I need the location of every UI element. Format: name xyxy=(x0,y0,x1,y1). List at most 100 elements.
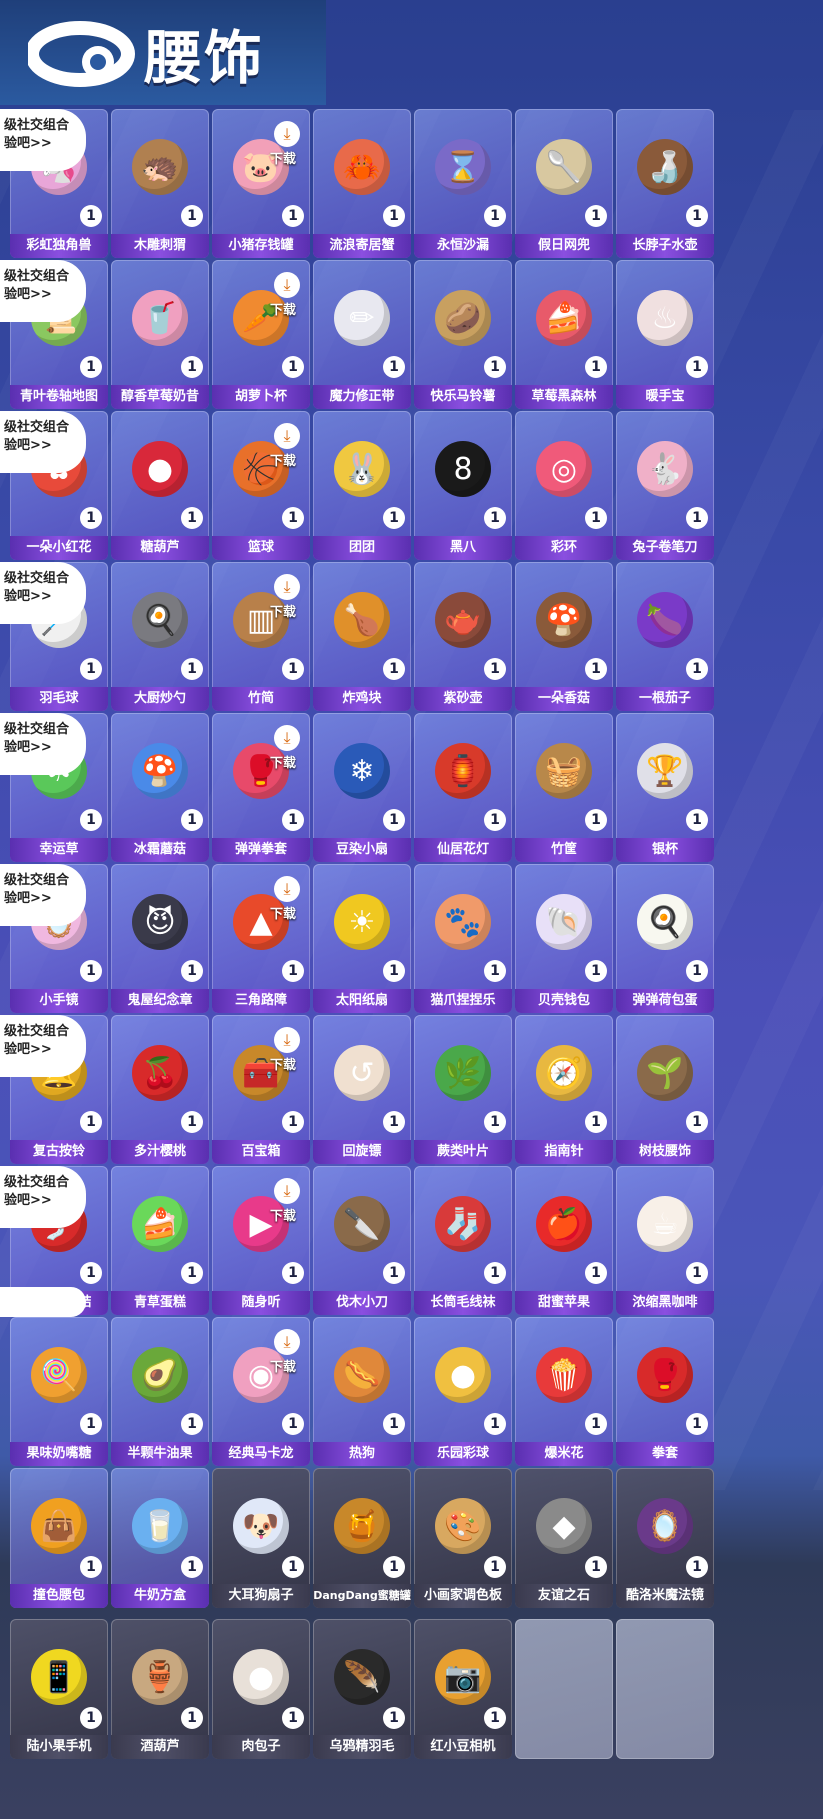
social-combo-tag[interactable]: 级社交组合 验吧>> xyxy=(0,1015,86,1077)
item-card[interactable]: 🍎 1 甜蜜苹果 xyxy=(515,1166,613,1315)
download-button[interactable]: ⤓ 下载 xyxy=(270,876,306,922)
item-card[interactable]: 🧭 1 指南针 xyxy=(515,1015,613,1164)
item-count-badge: 1 xyxy=(181,1111,203,1133)
item-card[interactable]: 🥊 1 拳套 xyxy=(616,1317,714,1466)
item-card[interactable]: ● 1 乐园彩球 xyxy=(414,1317,512,1466)
item-count-badge: 1 xyxy=(383,658,405,680)
item-card[interactable]: ◎ 1 彩环 xyxy=(515,411,613,560)
item-card[interactable]: ◆ 1 友谊之石 xyxy=(515,1468,613,1608)
item-card[interactable]: 🍳 1 大厨炒勺 xyxy=(111,562,209,711)
social-combo-tag[interactable]: 级社交组合 验吧>> xyxy=(0,109,86,171)
item-card[interactable]: 🥔 1 快乐马铃薯 xyxy=(414,260,512,409)
item-card[interactable]: ☕ 1 浓缩黑咖啡 xyxy=(616,1166,714,1315)
item-name: 假日网兜 xyxy=(515,234,613,258)
social-combo-tag[interactable]: 级社交组合 验吧>> xyxy=(0,411,86,473)
social-combo-tag[interactable] xyxy=(0,1287,86,1317)
item-card[interactable]: ☀ 1 太阳纸扇 xyxy=(313,864,411,1013)
item-card[interactable]: 🍄 1 一朵香菇 xyxy=(515,562,613,711)
item-card[interactable]: 🏆 1 银杯 xyxy=(616,713,714,862)
item-card[interactable]: 🪶 1 乌鸦精羽毛 xyxy=(313,1619,411,1759)
item-card[interactable]: 🏀 1 篮球 ⤓ 下载 xyxy=(212,411,310,560)
item-card[interactable]: 🍳 1 弹弹荷包蛋 xyxy=(616,864,714,1013)
download-button[interactable]: ⤓ 下载 xyxy=(270,1178,306,1224)
item-card[interactable]: 🏮 1 仙居花灯 xyxy=(414,713,512,862)
item-card[interactable]: 🐷 1 小猪存钱罐 ⤓ 下载 xyxy=(212,109,310,258)
item-card[interactable]: ▲ 1 三角路障 ⤓ 下载 xyxy=(212,864,310,1013)
social-combo-tag[interactable]: 级社交组合 验吧>> xyxy=(0,713,86,775)
item-card[interactable]: 🍰 1 草莓黑森林 xyxy=(515,260,613,409)
item-card[interactable]: 😈 1 鬼屋纪念章 xyxy=(111,864,209,1013)
item-card[interactable]: ▶ 1 随身听 ⤓ 下载 xyxy=(212,1166,310,1315)
item-name: 随身听 xyxy=(212,1291,310,1315)
item-card[interactable]: 🍭 1 果味奶嘴糖 xyxy=(10,1317,108,1466)
item-card[interactable]: 🥤 1 醇香草莓奶昔 xyxy=(111,260,209,409)
item-card[interactable]: 🍶 1 长脖子水壶 xyxy=(616,109,714,258)
item-card[interactable]: 🐾 1 猫爪捏捏乐 xyxy=(414,864,512,1013)
social-combo-line2: 验吧>> xyxy=(4,287,52,302)
item-icon: ● xyxy=(132,441,188,497)
download-button[interactable]: ⤓ 下载 xyxy=(270,272,306,318)
item-card[interactable]: 🐇 1 兔子卷笔刀 xyxy=(616,411,714,560)
item-card[interactable]: 🥛 1 牛奶方盒 xyxy=(111,1468,209,1608)
item-card[interactable]: 🍿 1 爆米花 xyxy=(515,1317,613,1466)
item-count-badge: 1 xyxy=(686,960,708,982)
item-card[interactable]: 👜 1 撞色腰包 xyxy=(10,1468,108,1608)
item-card[interactable]: ● 1 肉包子 xyxy=(212,1619,310,1759)
download-button[interactable]: ⤓ 下载 xyxy=(270,725,306,771)
item-card[interactable]: ❄ 1 豆染小扇 xyxy=(313,713,411,862)
item-card[interactable]: 🥄 1 假日网兜 xyxy=(515,109,613,258)
download-button[interactable]: ⤓ 下载 xyxy=(270,574,306,620)
download-button[interactable]: ⤓ 下载 xyxy=(270,121,306,167)
item-card[interactable]: ◉ 1 经典马卡龙 ⤓ 下载 xyxy=(212,1317,310,1466)
item-card[interactable]: ⌛ 1 永恒沙漏 xyxy=(414,109,512,258)
item-card[interactable]: 🍰 1 青草蛋糕 xyxy=(111,1166,209,1315)
item-card[interactable]: 🥑 1 半颗牛油果 xyxy=(111,1317,209,1466)
item-card[interactable]: 🎨 1 小画家调色板 xyxy=(414,1468,512,1608)
download-icon: ⤓ xyxy=(274,876,300,902)
item-card[interactable]: 🐚 1 贝壳钱包 xyxy=(515,864,613,1013)
item-card[interactable]: 🏺 1 酒葫芦 xyxy=(111,1619,209,1759)
item-count-badge: 1 xyxy=(484,1556,506,1578)
item-card[interactable]: 🥊 1 弹弹拳套 ⤓ 下载 xyxy=(212,713,310,862)
item-card[interactable]: 📷 1 红小豆相机 xyxy=(414,1619,512,1759)
item-card[interactable]: 🧺 1 竹筐 xyxy=(515,713,613,862)
social-combo-tag[interactable]: 级社交组合 验吧>> xyxy=(0,562,86,624)
item-card[interactable]: 🥕 1 胡萝卜杯 ⤓ 下载 xyxy=(212,260,310,409)
item-card[interactable]: 8 1 黑八 xyxy=(414,411,512,560)
item-card[interactable]: 🌱 1 树枝腰饰 xyxy=(616,1015,714,1164)
item-icon: 🐇 xyxy=(637,441,693,497)
item-count-badge: 1 xyxy=(181,658,203,680)
item-card[interactable]: ♨ 1 暖手宝 xyxy=(616,260,714,409)
item-card[interactable]: 🪞 1 酷洛米魔法镜 xyxy=(616,1468,714,1608)
item-name: 酷洛米魔法镜 xyxy=(616,1584,714,1608)
item-card[interactable]: 🔪 1 伐木小刀 xyxy=(313,1166,411,1315)
item-count-badge: 1 xyxy=(282,1413,304,1435)
download-button[interactable]: ⤓ 下载 xyxy=(270,1329,306,1375)
item-card[interactable]: 🍄 1 冰霜蘑菇 xyxy=(111,713,209,862)
social-combo-tag[interactable]: 级社交组合 验吧>> xyxy=(0,864,86,926)
item-card[interactable]: 🍯 1 DangDang蜜糖罐 xyxy=(313,1468,411,1608)
item-count-badge: 1 xyxy=(383,1707,405,1729)
item-card[interactable]: ✏ 1 魔力修正带 xyxy=(313,260,411,409)
item-card[interactable]: 🧦 1 长筒毛线袜 xyxy=(414,1166,512,1315)
item-card[interactable]: 📱 1 陆小果手机 xyxy=(10,1619,108,1759)
item-card[interactable]: 🐰 1 团团 xyxy=(313,411,411,560)
item-card[interactable]: 🧰 1 百宝箱 ⤓ 下载 xyxy=(212,1015,310,1164)
item-card[interactable]: 🦔 1 木雕刺猬 xyxy=(111,109,209,258)
social-combo-tag[interactable]: 级社交组合 验吧>> xyxy=(0,1166,86,1228)
item-card[interactable]: 🍒 1 多汁樱桃 xyxy=(111,1015,209,1164)
item-card[interactable]: 🐶 1 大耳狗扇子 xyxy=(212,1468,310,1608)
download-button[interactable]: ⤓ 下载 xyxy=(270,1027,306,1073)
item-card[interactable]: 🌭 1 热狗 xyxy=(313,1317,411,1466)
item-card[interactable]: 🌿 1 蕨类叶片 xyxy=(414,1015,512,1164)
item-card[interactable]: ● 1 糖葫芦 xyxy=(111,411,209,560)
download-button[interactable]: ⤓ 下载 xyxy=(270,423,306,469)
item-card[interactable]: 🦀 1 流浪寄居蟹 xyxy=(313,109,411,258)
item-card[interactable]: 🍗 1 炸鸡块 xyxy=(313,562,411,711)
item-card[interactable]: ↺ 1 回旋镖 xyxy=(313,1015,411,1164)
item-card[interactable]: 🫖 1 紫砂壶 xyxy=(414,562,512,711)
social-combo-tag[interactable]: 级社交组合 验吧>> xyxy=(0,260,86,322)
item-icon: ❄ xyxy=(334,743,390,799)
item-card[interactable]: 🍆 1 一根茄子 xyxy=(616,562,714,711)
item-card[interactable]: ▥ 1 竹简 ⤓ 下载 xyxy=(212,562,310,711)
